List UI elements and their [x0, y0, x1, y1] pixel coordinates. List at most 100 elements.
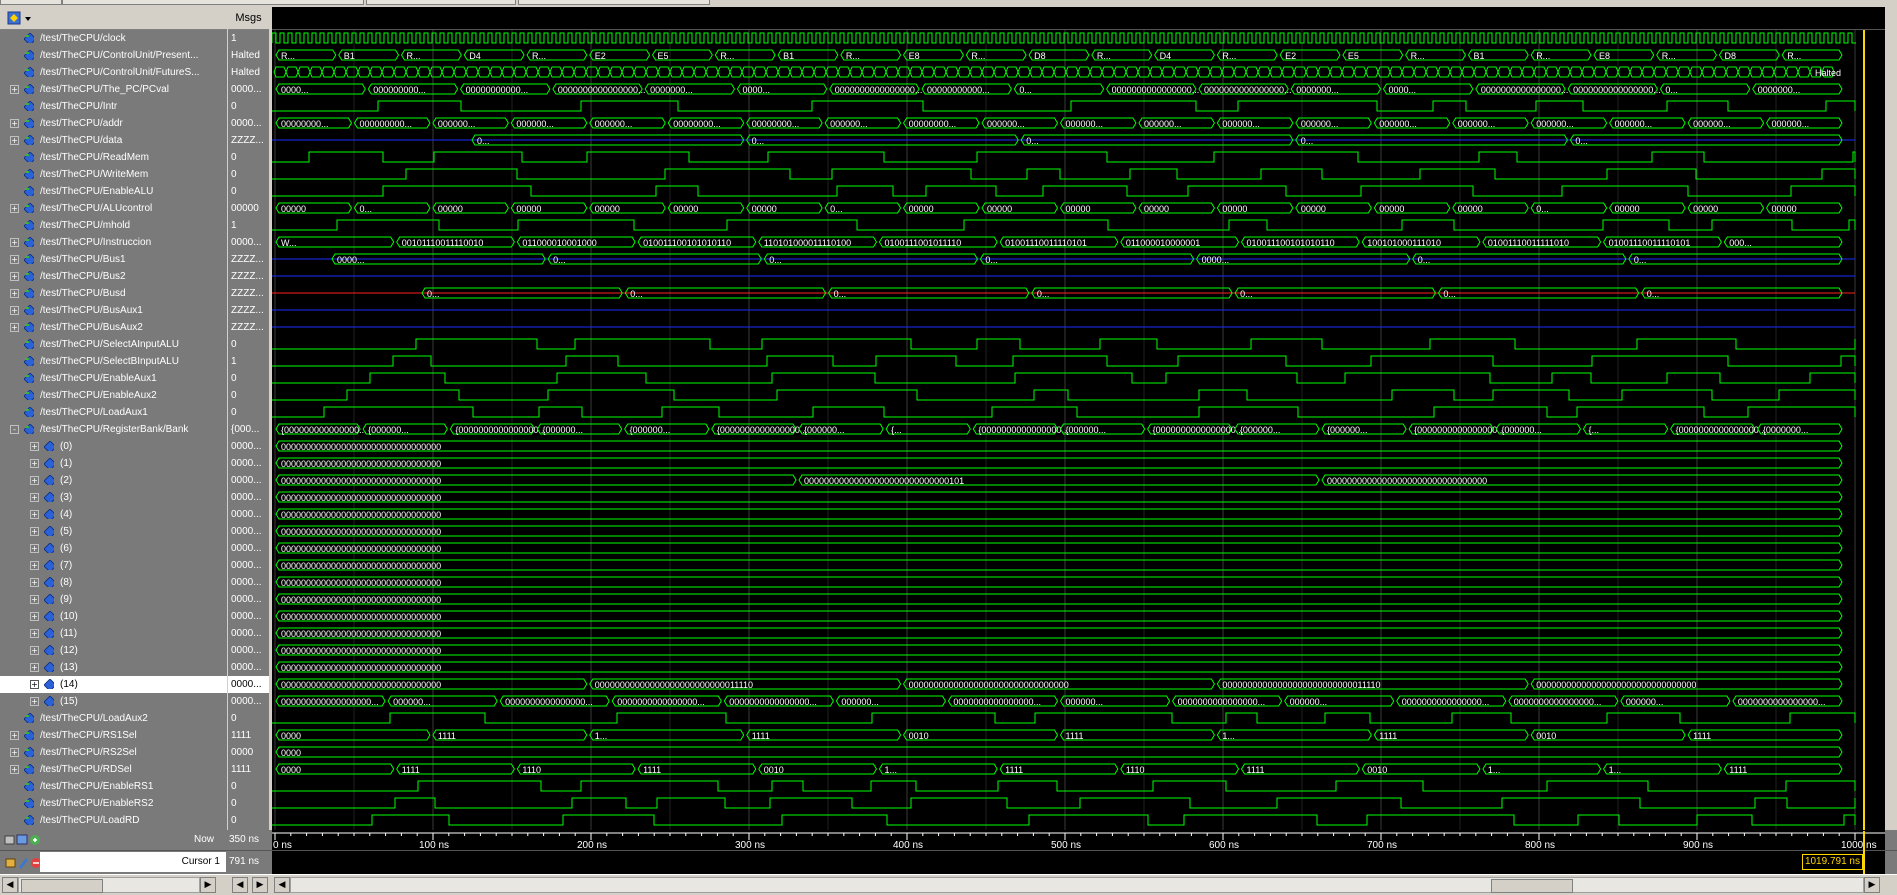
signal-row[interactable]: + /test/TheCPU/ALUcontrol	[0, 200, 227, 217]
expand-icon[interactable]: +	[10, 255, 19, 264]
wave-menu-icon[interactable]	[6, 9, 36, 27]
waveform-row[interactable]: 000000000000000000... 000000... 0000000000…	[275, 695, 1843, 707]
cursor-line[interactable]	[1863, 831, 1865, 874]
expand-icon[interactable]: +	[30, 544, 39, 553]
signal-row[interactable]: + (15)	[0, 693, 227, 710]
waveform-row[interactable]: 00000000000000000000000000000000	[275, 593, 1843, 605]
expand-icon[interactable]: +	[30, 629, 39, 638]
waveform-row[interactable]: W... 00101110011110010 011000010001000 0100…	[275, 236, 1843, 248]
expand-icon[interactable]: +	[30, 459, 39, 468]
expand-icon[interactable]: +	[10, 289, 19, 298]
name-scroll-thumb[interactable]	[21, 879, 103, 893]
expand-icon[interactable]: +	[10, 306, 19, 315]
signal-row[interactable]: + (4)	[0, 506, 227, 523]
now-tools-icon[interactable]	[4, 832, 44, 848]
signal-row[interactable]: + /test/TheCPU/RDSel	[0, 761, 227, 778]
waveform-row[interactable]: 00000000000000000000000000000000	[275, 491, 1843, 503]
tab-stub[interactable]	[366, 0, 516, 5]
value-scroll-right-icon[interactable]: ▶	[252, 877, 268, 893]
value-scroll-left-icon[interactable]: ◀	[232, 877, 248, 893]
signal-row[interactable]: /test/TheCPU/ReadMem	[0, 149, 227, 166]
cursor-axis[interactable]: 1019.791 ns	[272, 831, 1885, 874]
signal-row[interactable]: + (8)	[0, 574, 227, 591]
expand-icon[interactable]: +	[10, 85, 19, 94]
expand-icon[interactable]: +	[10, 136, 19, 145]
signal-row[interactable]: + (7)	[0, 557, 227, 574]
signal-row[interactable]: + (6)	[0, 540, 227, 557]
signal-row[interactable]: /test/TheCPU/SelectBInputALU	[0, 353, 227, 370]
signal-row[interactable]: /test/TheCPU/EnableRS2	[0, 795, 227, 812]
expand-icon[interactable]: +	[30, 561, 39, 570]
waveform-row[interactable]: 0000... 000000000... 00000000000... 0000000…	[275, 83, 1843, 95]
signal-row[interactable]: /test/TheCPU/EnableRS1	[0, 778, 227, 795]
waveform-row[interactable]: 00000000000000000000000000000000	[275, 542, 1843, 554]
signal-row[interactable]: + /test/TheCPU/addr	[0, 115, 227, 132]
expand-icon[interactable]: +	[30, 442, 39, 451]
expand-icon[interactable]: +	[30, 527, 39, 536]
signal-row[interactable]: + (11)	[0, 625, 227, 642]
wave-scroll-track[interactable]	[290, 877, 1864, 893]
waveform-row[interactable]: 00000000000000000000000000000000	[275, 440, 1843, 452]
waveform-row[interactable]: R... B1 R... D4 R... E2 E5 R... B1 R... E8 R... D8 R.…	[275, 49, 1843, 61]
signal-row[interactable]: + /test/TheCPU/Instruccion	[0, 234, 227, 251]
expand-icon[interactable]: +	[10, 119, 19, 128]
signal-row[interactable]: + /test/TheCPU/The_PC/PCval	[0, 81, 227, 98]
signal-row[interactable]: + /test/TheCPU/RS2Sel	[0, 744, 227, 761]
signal-row[interactable]: + (10)	[0, 608, 227, 625]
signal-row[interactable]: + /test/TheCPU/RS1Sel	[0, 727, 227, 744]
cursor-name-box[interactable]: Cursor 1	[40, 852, 226, 872]
waveform-row[interactable]: Halted	[273, 66, 1841, 78]
signal-row[interactable]: /test/TheCPU/LoadRD	[0, 812, 227, 829]
signal-row[interactable]: + /test/TheCPU/Bus1	[0, 251, 227, 268]
signal-row[interactable]: /test/TheCPU/EnableAux2	[0, 387, 227, 404]
signal-row[interactable]: /test/TheCPU/LoadAux2	[0, 710, 227, 727]
expand-icon[interactable]: +	[10, 204, 19, 213]
cursor-readout[interactable]: 1019.791 ns	[1801, 854, 1863, 870]
expand-icon[interactable]: +	[10, 765, 19, 774]
signal-row[interactable]: + (9)	[0, 591, 227, 608]
expand-icon[interactable]: +	[30, 493, 39, 502]
signal-row[interactable]: /test/TheCPU/SelectAInputALU	[0, 336, 227, 353]
expand-icon[interactable]: +	[30, 595, 39, 604]
waveform-pane[interactable]: R... B1 R... D4 R... E2 E5 R... B1 R... E8 R... D8 R.…	[272, 7, 1885, 830]
expand-icon[interactable]: +	[30, 663, 39, 672]
signal-row[interactable]: + (2)	[0, 472, 227, 489]
signal-row[interactable]: + /test/TheCPU/data	[0, 132, 227, 149]
waveform-row[interactable]: 00000000000000000000000000000000	[275, 661, 1843, 673]
expand-icon[interactable]: +	[30, 646, 39, 655]
wave-scroll-thumb[interactable]	[1491, 879, 1573, 893]
waveform-row[interactable]: 00000000... 000000000... 000000... 000000..…	[275, 117, 1843, 129]
time-axis[interactable]: 0 ns 100 ns 200 ns 300 ns 400 ns 500 ns 600 ns…	[272, 830, 1885, 851]
waveform-row[interactable]: 00000000000000000000000000000000	[275, 457, 1843, 469]
wave-scroll-left-icon[interactable]: ◀	[274, 877, 290, 893]
expand-icon[interactable]: +	[10, 323, 19, 332]
waveform-row[interactable]: 00000000000000000000000000000000	[275, 644, 1843, 656]
waveform-row[interactable]: 00000 0... 00000 00000 00000 00000 00000 0... 00…	[275, 202, 1843, 214]
signal-row[interactable]: + (0)	[0, 438, 227, 455]
waveform-row[interactable]: {000000000000000... {000000... {0000000000…	[275, 423, 1843, 435]
waveform-row[interactable]: 00000000000000000000000000000000	[275, 627, 1843, 639]
signal-row[interactable]: + /test/TheCPU/Bus2	[0, 268, 227, 285]
waveform-row[interactable]: 00000000000000000000000000000000 00000000…	[275, 474, 1843, 486]
waveform-row[interactable]: 0000	[275, 746, 1843, 758]
signal-row[interactable]: + (12)	[0, 642, 227, 659]
expand-icon[interactable]: +	[30, 578, 39, 587]
signal-row[interactable]: + (3)	[0, 489, 227, 506]
signal-row[interactable]: + (13)	[0, 659, 227, 676]
signal-row[interactable]: /test/TheCPU/EnableALU	[0, 183, 227, 200]
name-scroll-track[interactable]	[18, 877, 200, 893]
waveform-canvas[interactable]: R... B1 R... D4 R... E2 E5 R... B1 R... E8 R... D8 R.…	[272, 30, 1885, 830]
waveform-row[interactable]: 00000000000000000000000000000000 00000000…	[275, 678, 1843, 690]
signal-row[interactable]: + /test/TheCPU/BusAux1	[0, 302, 227, 319]
signal-row[interactable]: /test/TheCPU/LoadAux1	[0, 404, 227, 421]
signal-row[interactable]: /test/TheCPU/ControlUnit/Present...	[0, 47, 227, 64]
expand-icon[interactable]: +	[30, 612, 39, 621]
expand-icon[interactable]: +	[30, 680, 39, 689]
scroll-left-icon[interactable]: ◀	[2, 877, 18, 893]
waveform-row[interactable]: 00000000000000000000000000000000	[275, 610, 1843, 622]
waveform-row[interactable]: 00000000000000000000000000000000	[275, 559, 1843, 571]
signal-row[interactable]: /test/TheCPU/Intr	[0, 98, 227, 115]
waveform-row[interactable]: 0000 1111 1... 1111 0010 1111 1... 1111 0010 1111	[275, 729, 1843, 741]
signal-row[interactable]: + (14)	[0, 676, 227, 693]
cursor-tools-icon[interactable]	[4, 854, 44, 870]
